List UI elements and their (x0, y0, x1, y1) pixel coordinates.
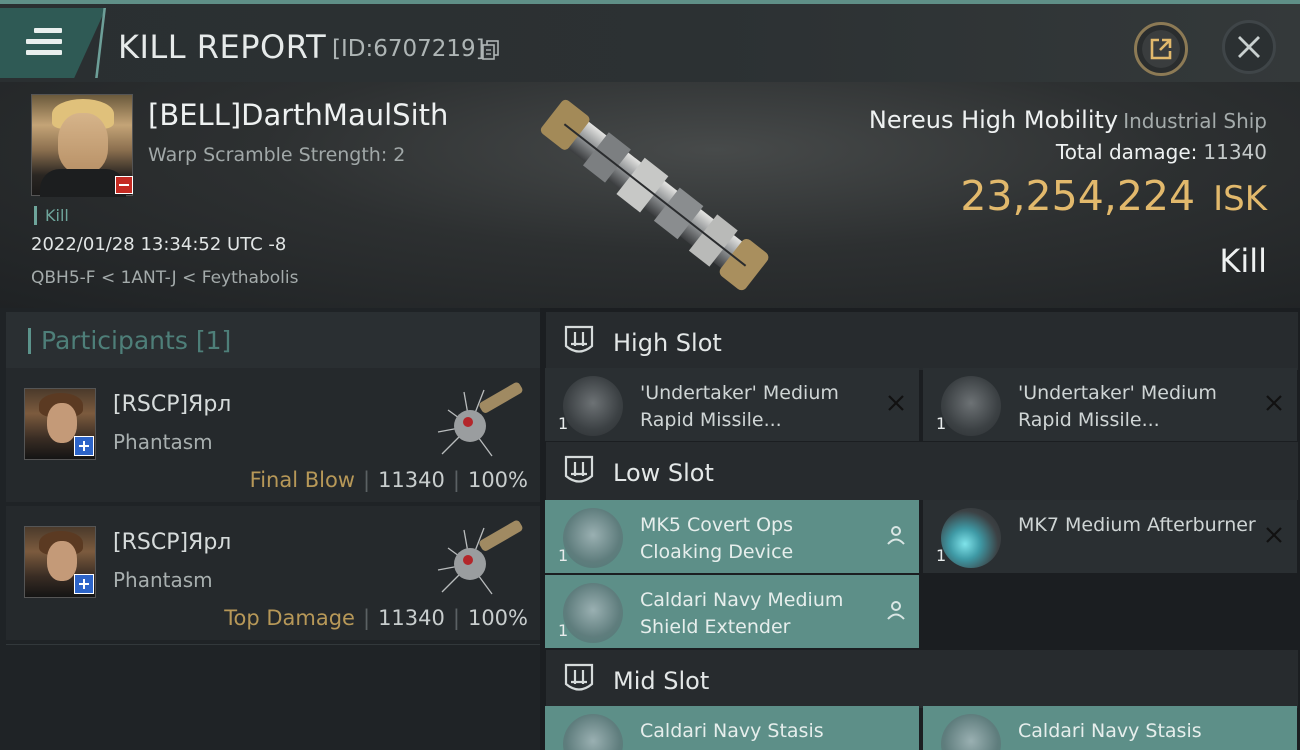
slot-icon (564, 325, 594, 353)
participants-title: Participants (41, 326, 188, 355)
module-item[interactable]: 1 'Undertaker' Medium Rapid Missile... (545, 368, 919, 441)
stasis-webifier-icon (563, 714, 623, 750)
module-qty: 1 (558, 414, 569, 433)
kill-datetime: 2022/01/28 13:34:52 UTC -8 (31, 234, 287, 255)
slot-icon (564, 455, 594, 483)
warp-scramble-strength: Warp Scramble Strength: 2 (148, 144, 406, 166)
fitting-panel: High Slot 1 'Undertaker' Medium Rapid Mi… (540, 308, 1300, 750)
isk-value: 23,254,224 ISK (960, 172, 1267, 220)
module-item[interactable]: 1 Caldari Navy Stasis (923, 706, 1297, 750)
module-item[interactable]: 1 Caldari Navy Stasis (545, 706, 919, 750)
isk-amount: 23,254,224 (960, 172, 1196, 220)
report-id: [ID:6707219] (332, 36, 485, 62)
remove-icon (888, 395, 904, 411)
participant-ship-image[interactable] (434, 512, 530, 602)
participant-damage: 11340 (378, 468, 445, 492)
total-damage: Total damage: 11340 (1056, 140, 1267, 164)
module-item[interactable]: 1 'Undertaker' Medium Rapid Missile... (923, 368, 1297, 441)
module-name: Caldari Navy Stasis (1018, 720, 1202, 742)
ship-class-text: Industrial Ship (1123, 109, 1267, 133)
participant-name: [RSCP]Ярл (113, 530, 232, 555)
close-icon (1238, 36, 1260, 58)
participant-ship: Phantasm (113, 568, 213, 592)
module-item[interactable]: 1 Caldari Navy Medium Shield Extender (545, 575, 919, 648)
module-name: MK7 Medium Afterburner (1018, 514, 1256, 536)
close-button[interactable] (1222, 20, 1276, 74)
module-qty: 1 (558, 621, 569, 640)
module-name: 'Undertaker' Medium Rapid Missile... (640, 382, 839, 431)
kill-result: Kill (1219, 242, 1267, 280)
participant-ship: Phantasm (113, 430, 213, 454)
victim-ship-name[interactable]: Nereus High Mobility Industrial Ship (869, 106, 1267, 134)
isk-unit: ISK (1213, 179, 1267, 219)
afterburner-icon (941, 508, 1001, 568)
mid-slot-label: Mid Slot (613, 667, 710, 695)
participant-row[interactable]: [RSCP]Ярл Phantasm Final Blow | 11340 | 100% (6, 368, 540, 502)
victim-ship-image[interactable] (520, 90, 790, 300)
module-name: Caldari Navy Medium Shield Extender (640, 589, 844, 638)
module-name: Caldari Navy Stasis (640, 720, 824, 742)
share-icon (1150, 38, 1172, 60)
low-slot-header: Low Slot (546, 442, 1298, 500)
participant-ship-image[interactable] (434, 374, 530, 464)
high-slot-header: High Slot (546, 312, 1298, 370)
module-qty: 1 (936, 546, 947, 565)
participant-damage: 11340 (378, 606, 445, 630)
standing-minus-icon (115, 176, 133, 194)
header-bar: KILL REPORT [ID:6707219] (0, 0, 1300, 82)
participant-row[interactable]: [RSCP]Ярл Phantasm Top Damage | 11340 | 100% (6, 506, 540, 640)
cloaking-device-icon (563, 508, 623, 568)
participant-stats: Final Blow | 11340 | 100% (249, 468, 528, 492)
remove-icon (1266, 527, 1282, 543)
page-title: KILL REPORT (118, 28, 327, 66)
standing-plus-icon (74, 436, 94, 456)
ship-name-text: Nereus High Mobility (868, 106, 1119, 134)
kill-location[interactable]: QBH5-F < 1ANT-J < Feythabolis (31, 268, 298, 288)
total-damage-value: 11340 (1203, 140, 1267, 164)
stasis-webifier-icon (941, 714, 1001, 750)
victim-panel: [BELL]DarthMaulSith Warp Scramble Streng… (0, 82, 1300, 308)
participant-percent: 100% (467, 606, 528, 630)
low-slot-label: Low Slot (613, 459, 714, 487)
participant-name: [RSCP]Ярл (113, 392, 232, 417)
module-item[interactable]: 1 MK7 Medium Afterburner (923, 500, 1297, 573)
participant-role: Final Blow (249, 468, 355, 492)
shield-extender-icon (563, 583, 623, 643)
remove-icon (1266, 395, 1282, 411)
total-damage-label: Total damage: (1055, 140, 1198, 164)
participants-header: Participants [1] (6, 312, 540, 372)
share-button[interactable] (1134, 22, 1188, 76)
module-item[interactable]: 1 MK5 Covert Ops Cloaking Device (545, 500, 919, 573)
participant-stats: Top Damage | 11340 | 100% (224, 606, 528, 630)
participant-percent: 100% (467, 468, 528, 492)
missile-launcher-icon (941, 376, 1001, 436)
menu-icon (26, 28, 62, 58)
missile-launcher-icon (563, 376, 623, 436)
copy-icon[interactable] (482, 40, 500, 60)
user-icon (887, 526, 905, 545)
user-icon (887, 601, 905, 620)
slot-icon (564, 663, 594, 691)
menu-button[interactable] (0, 8, 106, 78)
module-name: 'Undertaker' Medium Rapid Missile... (1018, 382, 1217, 431)
mid-slot-header: Mid Slot (546, 650, 1298, 708)
module-qty: 1 (936, 414, 947, 433)
high-slot-label: High Slot (613, 329, 722, 357)
participants-empty-area (6, 644, 540, 750)
participant-role: Top Damage (224, 606, 355, 630)
participants-count: [1] (195, 326, 232, 355)
kill-tag: Kill (34, 206, 69, 225)
participants-panel: Participants [1] [RSCP]Ярл Phantasm Fina… (0, 308, 540, 750)
module-qty: 1 (558, 546, 569, 565)
victim-name[interactable]: [BELL]DarthMaulSith (148, 98, 448, 132)
module-name: MK5 Covert Ops Cloaking Device (640, 514, 794, 563)
standing-plus-icon (74, 574, 94, 594)
